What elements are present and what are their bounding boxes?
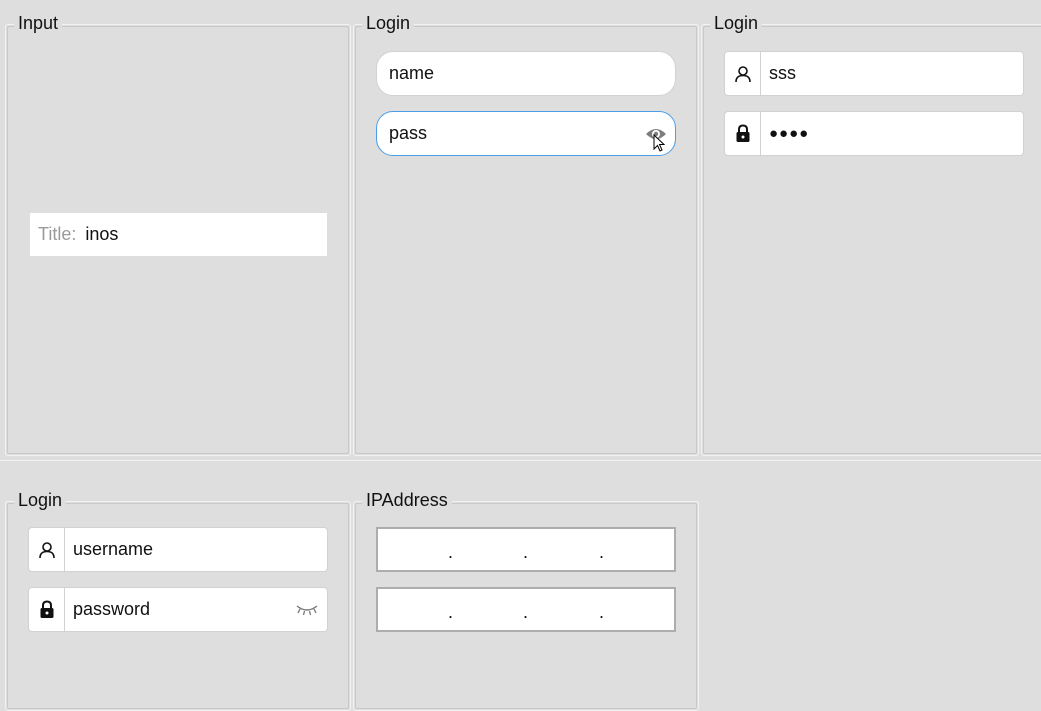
title-value: inos <box>85 224 119 244</box>
title-input[interactable]: Title: inos <box>30 213 327 256</box>
mouse-cursor-icon <box>653 133 666 157</box>
lock-icon <box>725 112 761 155</box>
section-divider <box>0 460 1041 461</box>
login-icon-group: Login sss ●●●● <box>701 12 1041 456</box>
input-group: Input Title: inos <box>5 12 351 456</box>
username-placeholder: username <box>73 539 154 559</box>
ip-separator: . <box>599 542 605 562</box>
username-input[interactable]: username <box>28 527 328 572</box>
ip-address-input[interactable]: . . . <box>376 587 676 632</box>
login-placeholder-group: Login username password <box>5 489 351 711</box>
pass-value: pass <box>389 123 428 143</box>
ip-separator: . <box>599 602 605 622</box>
user-icon <box>29 528 65 571</box>
group-title: Input <box>14 12 63 34</box>
password-input[interactable]: ●●●● <box>724 111 1024 156</box>
password-masked: ●●●● <box>769 125 810 142</box>
password-placeholder: password <box>73 599 151 619</box>
title-label: Title: <box>38 224 77 244</box>
group-title: Login <box>14 489 67 511</box>
lock-icon <box>29 588 65 631</box>
user-input[interactable]: sss <box>724 51 1024 96</box>
ip-separator: . <box>523 542 529 562</box>
ip-separator: . <box>523 602 529 622</box>
ipaddress-group: IPAddress . . . . . . <box>353 489 699 711</box>
user-value: sss <box>769 63 796 83</box>
group-title: Login <box>362 12 415 34</box>
group-title: IPAddress <box>362 489 452 511</box>
name-value: name <box>389 63 435 83</box>
password-input[interactable]: password <box>28 587 328 632</box>
login-pill-group: Login name pass <box>353 12 699 456</box>
name-input[interactable]: name <box>376 51 676 96</box>
pass-input[interactable]: pass <box>376 111 676 156</box>
ip-separator: . <box>448 542 454 562</box>
eye-closed-icon[interactable] <box>295 604 319 616</box>
ip-address-input[interactable]: . . . <box>376 527 676 572</box>
group-title: Login <box>710 12 763 34</box>
ip-separator: . <box>448 602 454 622</box>
user-icon <box>725 52 761 95</box>
